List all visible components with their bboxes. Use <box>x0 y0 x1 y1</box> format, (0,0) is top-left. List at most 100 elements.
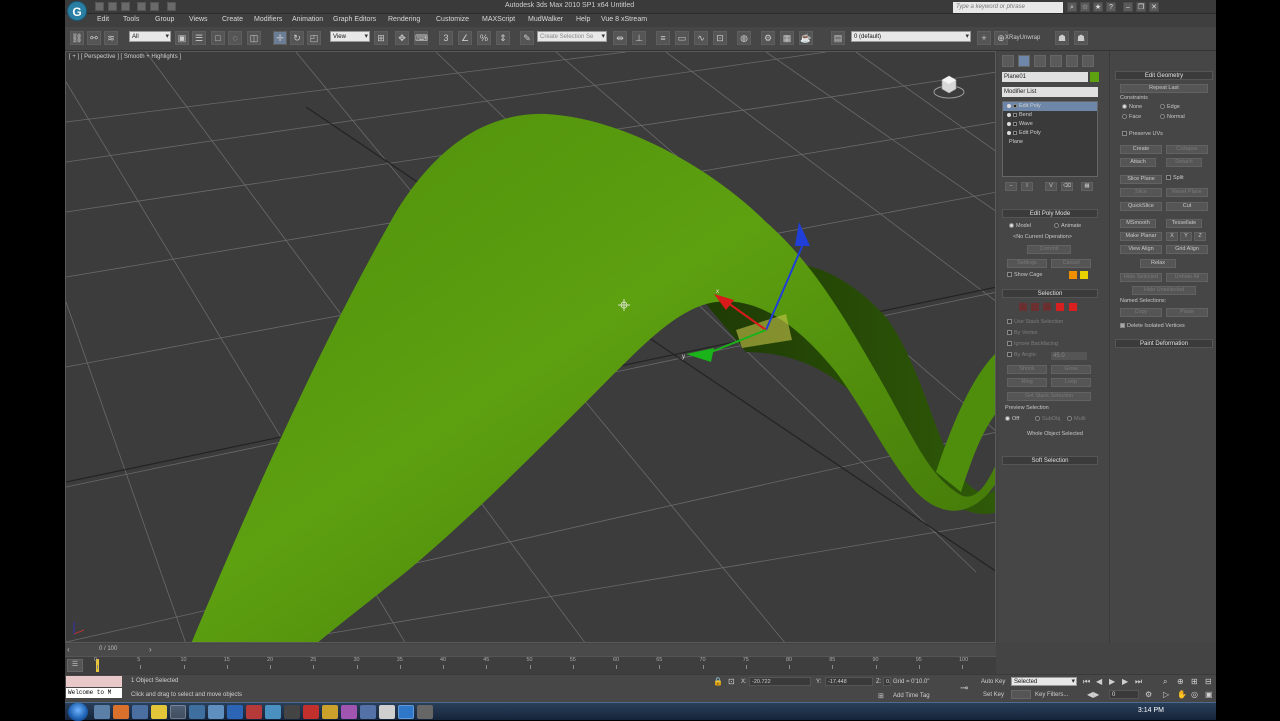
layer-manager-icon[interactable]: ≡ <box>656 31 670 45</box>
xray-unwrap-button[interactable]: XRayUnwrap <box>1005 35 1040 41</box>
attach-button[interactable]: Attach <box>1120 158 1156 167</box>
border-mode-icon[interactable] <box>1043 303 1051 311</box>
y-coordinate-field[interactable]: -17.448 <box>825 677 873 686</box>
taskbar-app-3dsmax[interactable] <box>170 705 186 719</box>
menu-rendering[interactable]: Rendering <box>388 16 420 23</box>
cut-button[interactable]: Cut <box>1166 202 1208 211</box>
angle-snap-icon[interactable]: ∠ <box>458 31 472 45</box>
unlink-icon[interactable]: ⚯ <box>87 31 101 45</box>
render-setup-icon[interactable]: ⚙ <box>761 31 775 45</box>
by-vertex-checkbox[interactable]: By Vertex <box>1007 330 1038 336</box>
modifier-stack[interactable]: Edit Poly Bend Wave Edit Poly Plane <box>1002 101 1098 177</box>
stack-item[interactable]: Bend <box>1003 111 1097 120</box>
animate-radio[interactable]: Animate <box>1054 223 1081 229</box>
zoom-extents-icon[interactable]: ⊞ <box>1191 677 1198 686</box>
key-mode-icon[interactable]: ◀▶ <box>1087 690 1099 699</box>
make-planar-button[interactable]: Make Planar <box>1120 232 1162 241</box>
layer-dropdown[interactable]: 0 (default) <box>851 31 971 42</box>
shrink-button[interactable]: Shrink <box>1007 365 1047 374</box>
modifier-list-dropdown[interactable]: Modifier List <box>1002 87 1098 97</box>
view-align-button[interactable]: View Align <box>1120 245 1162 254</box>
graphite-ribbon-icon[interactable]: ▭ <box>675 31 689 45</box>
constraint-normal-radio[interactable]: Normal <box>1160 114 1185 120</box>
settings-button[interactable]: Settings <box>1007 259 1047 268</box>
layer-properties-icon[interactable]: ▤ <box>831 31 845 45</box>
msmooth-button[interactable]: MSmooth <box>1120 219 1156 228</box>
object-name-field[interactable]: Plane01 <box>1002 72 1088 82</box>
cage-color-swatch[interactable] <box>1069 271 1077 279</box>
element-mode-icon[interactable] <box>1069 303 1077 311</box>
show-cage-checkbox[interactable]: Show Cage <box>1007 272 1042 278</box>
taskbar-app-paint[interactable] <box>379 705 395 719</box>
render-production-icon[interactable]: ☕ <box>799 31 813 45</box>
window-crossing-icon[interactable]: ◌ <box>228 31 242 45</box>
zoom-all-icon[interactable]: ⊕ <box>1177 677 1184 686</box>
pan-view-icon[interactable]: ✋ <box>1177 690 1187 699</box>
binoculars-icon[interactable]: ⌕ <box>1067 2 1077 12</box>
slice-plane-button[interactable]: Slice Plane <box>1120 175 1162 184</box>
rendered-frame-window-icon[interactable]: ▦ <box>780 31 794 45</box>
taskbar-app-explorer[interactable] <box>94 705 110 719</box>
taskbar-app-acrobat[interactable] <box>303 705 319 719</box>
menu-customize[interactable]: Customize <box>436 16 469 23</box>
slider-next-icon[interactable]: › <box>149 645 152 654</box>
reference-coordinate-dropdown[interactable]: View <box>330 31 370 42</box>
viewcube-icon[interactable] <box>933 72 965 100</box>
preview-multi-radio[interactable]: Multi <box>1067 416 1086 422</box>
taskbar-app-media[interactable] <box>132 705 148 719</box>
remove-modifier-icon[interactable]: ⌫ <box>1061 182 1073 191</box>
menu-maxscript[interactable]: MAXScript <box>482 16 515 23</box>
taskbar-app-folder[interactable] <box>151 705 167 719</box>
auto-key-button[interactable]: Auto Key <box>981 679 1005 685</box>
keyboard-shortcut-toggle-icon[interactable]: ⌨ <box>414 31 428 45</box>
set-key-button[interactable]: Set Key <box>983 692 1004 698</box>
taskbar-app-terminal[interactable] <box>284 705 300 719</box>
redo-icon[interactable] <box>150 2 159 11</box>
preserve-uvs-checkbox[interactable]: Preserve UVs <box>1122 131 1163 137</box>
perspective-viewport[interactable]: [ + ] [ Perspective ] [ Smooth + Highlig… <box>65 51 996 643</box>
lock-selection-icon[interactable]: 🔒 <box>713 677 723 686</box>
spinner-snap-icon[interactable]: ⇕ <box>496 31 510 45</box>
make-unique-icon[interactable]: V <box>1045 182 1057 191</box>
soft-selection-rollout[interactable]: Soft Selection <box>1002 456 1098 465</box>
save-file-icon[interactable] <box>121 2 130 11</box>
stack-item[interactable]: Wave <box>1003 120 1097 129</box>
rectangular-selection-icon[interactable]: □ <box>211 31 225 45</box>
motion-tab-icon[interactable] <box>1050 55 1062 67</box>
x-coordinate-field[interactable]: -20.722 <box>749 677 811 686</box>
hide-unselected-button[interactable]: Hide Unselected <box>1132 286 1196 295</box>
script-tool-icon[interactable]: ☗ <box>1055 31 1069 45</box>
ring-button[interactable]: Ring <box>1007 378 1047 387</box>
reset-plane-button[interactable]: Reset Plane <box>1166 188 1208 197</box>
app-logo-icon[interactable]: G <box>67 1 87 21</box>
menu-mudwalker[interactable]: MudWalker <box>528 16 563 23</box>
go-to-end-icon[interactable]: ⏭ <box>1135 677 1142 687</box>
pivot-center-icon[interactable]: ⊞ <box>374 31 388 45</box>
communication-center-icon[interactable]: ☆ <box>1080 2 1090 12</box>
material-editor-icon[interactable]: ◍ <box>737 31 751 45</box>
key-mode-dropdown[interactable]: Selected <box>1011 677 1077 686</box>
constraint-none-radio[interactable]: None <box>1122 104 1142 110</box>
menu-tools[interactable]: Tools <box>123 16 139 23</box>
slice-button[interactable]: Slice <box>1120 188 1162 197</box>
viewport-label[interactable]: [ + ] [ Perspective ] [ Smooth + Highlig… <box>69 54 181 60</box>
taskbar-app-media-player[interactable] <box>398 705 414 719</box>
undo-icon[interactable] <box>137 2 146 11</box>
curve-editor-icon[interactable]: ∿ <box>694 31 708 45</box>
preview-subobj-radio[interactable]: SubObj <box>1035 416 1060 422</box>
field-of-view-icon[interactable]: ▷ <box>1163 690 1169 699</box>
menu-vue-xstream[interactable]: Vue 8 xStream <box>601 16 647 23</box>
show-end-result-icon[interactable]: I <box>1021 182 1033 191</box>
relax-button[interactable]: Relax <box>1140 259 1176 268</box>
edge-mode-icon[interactable] <box>1031 303 1039 311</box>
select-by-name-icon[interactable]: ☰ <box>192 31 206 45</box>
menu-graph-editors[interactable]: Graph Editors <box>333 16 376 23</box>
taskbar-app-browser[interactable] <box>265 705 281 719</box>
menu-modifiers[interactable]: Modifiers <box>254 16 282 23</box>
curve-editor-mini-icon[interactable]: ☰ <box>67 659 83 672</box>
select-and-scale-icon[interactable]: ◰ <box>307 31 321 45</box>
search-input[interactable]: Type a keyword or phrase <box>953 2 1063 13</box>
select-and-rotate-icon[interactable]: ↻ <box>290 31 304 45</box>
menu-edit[interactable]: Edit <box>97 16 109 23</box>
minimize-icon[interactable]: – <box>1123 2 1133 12</box>
